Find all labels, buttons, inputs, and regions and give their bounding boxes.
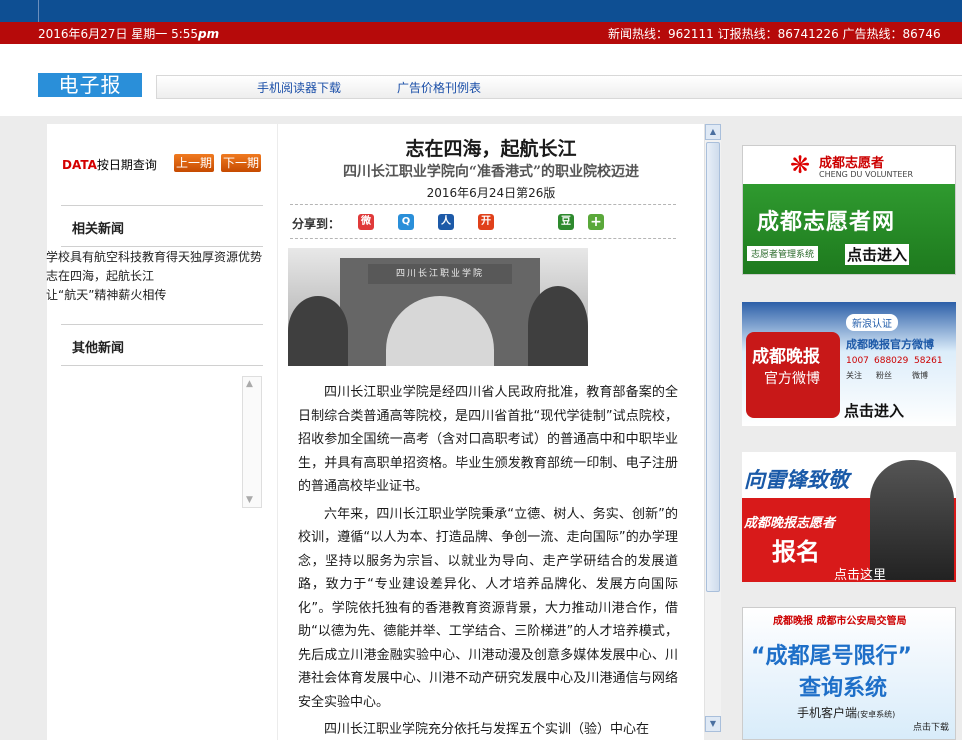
leifeng-banner[interactable]: 向雷锋致敬 成都晚报志愿者 报名 点击这里 — [742, 452, 956, 582]
volunteer-cta[interactable]: 点击进入 — [845, 244, 910, 265]
scroll-down-icon[interactable]: ▼ — [246, 495, 253, 505]
article-date: 2016年6月24日第26版 — [426, 186, 556, 200]
share-label: 分享到： — [292, 217, 341, 231]
article-paragraph: 四川长江职业学院是经四川省人民政府批准，教育部备案的全日制综合类普通高等院校，是… — [298, 385, 678, 494]
other-news-title: 其他新闻 — [72, 341, 125, 356]
article-subtitle: 四川长江职业学院向“准香港式”的职业院校迈进 — [342, 164, 640, 180]
date-query-label: DATA按日期查询 — [62, 158, 157, 172]
leifeng-cta[interactable]: 点击这里 — [834, 564, 886, 582]
volunteer-banner[interactable]: ❋ 成都志愿者 CHENG DU VOLUNTEER 成都志愿者网 志愿者管理系… — [742, 145, 956, 275]
plate-cta[interactable]: 点击下载 — [913, 720, 949, 733]
article-title: 志在四海，起航长江 — [405, 138, 577, 160]
article-paragraph: 六年来，四川长江职业学院秉承“立德、树人、务实、创新”的校训，遵循“以人为本、打… — [298, 506, 678, 710]
site-header: 电子报 手机阅读器下载 广告价格刊例表 — [0, 44, 962, 116]
more-icon[interactable]: + — [588, 214, 604, 230]
gate-sign: 四川长江职业学院 — [368, 264, 512, 284]
weibo-verified: 新浪认证 — [846, 314, 898, 331]
weibo-icon[interactable]: 微 — [358, 214, 374, 230]
article-photo: 四川长江职业学院 — [288, 248, 588, 366]
divider — [61, 205, 263, 206]
scroll-thumb[interactable] — [706, 142, 720, 592]
related-news-link[interactable]: 学校具有航空科技教育得天独厚资源优势 — [46, 248, 262, 267]
plate-subheadline: 查询系统 — [799, 676, 888, 701]
related-news-link[interactable]: 让“航天”精神薪火相传 — [46, 286, 166, 305]
scroll-up-icon[interactable]: ▲ — [705, 124, 721, 140]
qq-icon[interactable]: Q — [398, 214, 414, 230]
article-scrollbar[interactable]: ▲ ▼ — [704, 124, 721, 732]
plate-header: 成都晚报 成都市公安局交管局 — [773, 616, 907, 627]
divider — [290, 204, 676, 205]
top-bar — [0, 0, 962, 22]
prev-issue-button[interactable]: 上一期 — [174, 154, 214, 172]
volunteer-headline: 成都志愿者网 — [757, 210, 896, 235]
article-panel: 志在四海，起航长江 四川长江职业学院向“准香港式”的职业院校迈进 2016年6月… — [278, 124, 704, 740]
plate-app: 手机客户端(安卓系统) — [797, 706, 896, 720]
site-logo[interactable]: 电子报 — [38, 73, 142, 97]
weibo-stat-label: 微博 — [912, 371, 928, 380]
weibo-stat: 688029 — [874, 356, 909, 366]
weibo-stat: 58261 — [914, 356, 943, 366]
left-sidebar: DATA按日期查询 上一期 下一期 相关新闻 学校具有航空科技教育得天独厚资源优… — [46, 124, 277, 740]
related-news-link[interactable]: 志在四海，起航长江 — [46, 267, 154, 286]
article-body: 四川长江职业学院是经四川省人民政府批准，教育部备案的全日制综合类普通高等院校，是… — [298, 381, 678, 740]
leifeng-signup: 报名 — [772, 538, 820, 566]
nav-ad-price-link[interactable]: 广告价格刊例表 — [397, 79, 481, 96]
next-issue-button[interactable]: 下一期 — [221, 154, 261, 172]
leifeng-headline: 向雷锋致敬 — [744, 468, 849, 492]
volunteer-org-en: CHENG DU VOLUNTEER — [819, 170, 914, 179]
divider — [61, 246, 263, 247]
weibo-stat: 1007 — [846, 356, 869, 366]
scroll-up-icon[interactable]: ▲ — [246, 379, 253, 389]
other-news-scrollbar[interactable]: ▲ ▼ — [242, 376, 262, 508]
plate-limit-banner[interactable]: 成都晚报 成都市公安局交管局 “成都尾号限行” 查询系统 手机客户端(安卓系统)… — [742, 607, 956, 740]
related-news-title: 相关新闻 — [72, 222, 125, 237]
divider — [61, 365, 263, 366]
nav-app-download-link[interactable]: 手机阅读器下载 — [257, 79, 341, 96]
divider — [61, 324, 263, 325]
info-bar: 2016年6月27日 星期一 5:55pm 新闻热线：962111 订报热线：8… — [0, 22, 962, 44]
volunteer-system: 志愿者管理系统 — [747, 246, 819, 261]
nav-bar: 手机阅读器下载 广告价格刊例表 — [156, 75, 962, 99]
divider — [290, 238, 676, 239]
leifeng-org: 成都晚报志愿者 — [744, 516, 836, 531]
volunteer-logo-icon: ❋ — [789, 151, 811, 179]
renren-icon[interactable]: 人 — [438, 214, 454, 230]
gate-arch: 四川长江职业学院 — [340, 258, 540, 366]
scroll-down-icon[interactable]: ▼ — [705, 716, 721, 732]
weibo-banner[interactable]: 成都晚报 官方微博 新浪认证 成都晚报官方微博 1007 688029 5826… — [742, 302, 956, 426]
hotline-text: 新闻热线：962111 订报热线：86741226 广告热线：86746 — [608, 27, 941, 41]
weibo-account: 成都晚报官方微博 — [846, 338, 934, 351]
weibo-stat-label: 关注 — [846, 371, 862, 380]
kaixin-icon[interactable]: 开 — [478, 214, 494, 230]
weibo-sub: 官方微博 — [764, 371, 820, 387]
weibo-cta[interactable]: 点击进入 — [844, 400, 904, 421]
top-bar-divider — [38, 0, 39, 22]
douban-icon[interactable]: 豆 — [558, 214, 574, 230]
leifeng-portrait — [870, 460, 954, 580]
weibo-brand: 成都晚报 — [752, 347, 820, 367]
plate-headline: “成都尾号限行” — [751, 644, 912, 669]
volunteer-org: 成都志愿者 — [819, 156, 885, 171]
article-paragraph: 四川长江职业学院充分依托与发挥五个实训（验）中心在 — [324, 722, 650, 737]
current-date: 2016年6月27日 星期一 5:55pm — [38, 27, 220, 41]
weibo-stat-label: 粉丝 — [876, 371, 892, 380]
